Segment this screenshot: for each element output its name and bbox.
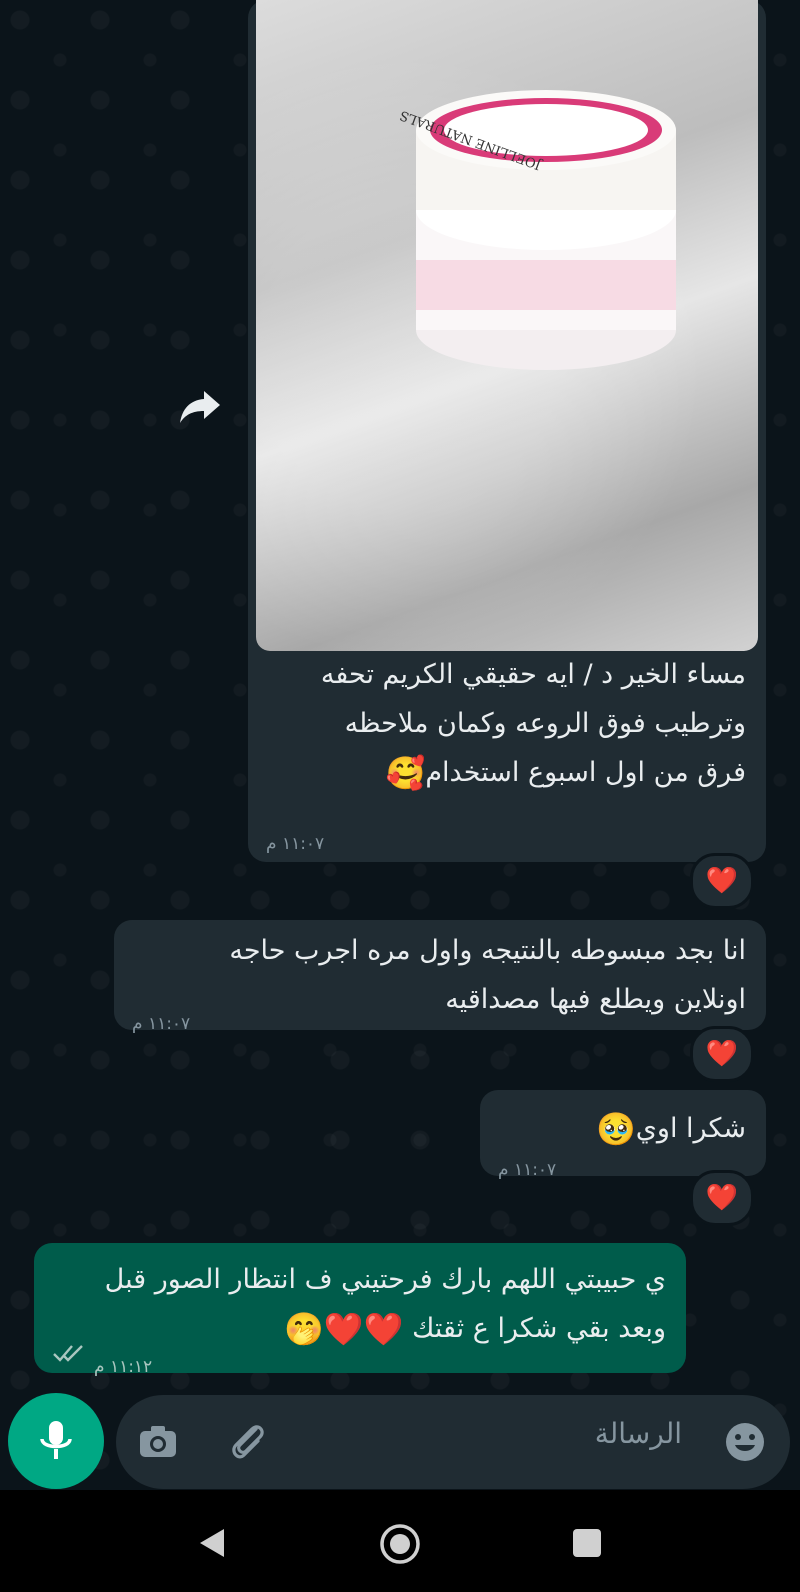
camera-icon[interactable] [138, 1423, 178, 1459]
message-line: اونلاين ويطلع فيها مصداقيه [445, 984, 746, 1015]
product-photo[interactable]: JOELLINE NATURALS [256, 0, 758, 651]
message-bubble[interactable]: شكرا اوي🥹 ١١:٠٧ م [480, 1090, 766, 1180]
message-text: شكرا اوي🥹 [596, 1104, 746, 1154]
double-check-icon [53, 1345, 83, 1362]
message-text: مساء الخير د / ايه حقيقي الكريم تحفه وتر… [321, 650, 746, 798]
message-bubble-image[interactable]: JOELLINE NATURALS مساء الخير د / ايه حقي… [248, 0, 766, 862]
home-circle-icon[interactable] [379, 1523, 421, 1565]
message-line: انا بجد مبسوطه بالنتيجه واول مره اجرب حا… [229, 935, 746, 966]
mic-button[interactable] [8, 1393, 104, 1489]
message-line: فرق من اول اسبوع استخدام🥰 [321, 748, 746, 798]
message-line: وترطيب فوق الروعه وكمان ملاحظه [344, 708, 746, 739]
message-time: ١١:٠٧ م [132, 1014, 191, 1034]
emoji-icon[interactable] [724, 1421, 766, 1463]
recents-square-icon[interactable] [572, 1528, 602, 1558]
forward-icon[interactable] [176, 381, 224, 429]
message-bubble-outgoing[interactable]: ي حبيبتي اللهم بارك فرحتيني ف انتظار الص… [34, 1243, 686, 1377]
heart-reaction[interactable]: ❤️ [690, 853, 754, 909]
system-navigation-bar [0, 1490, 800, 1592]
message-composer[interactable]: الرسالة [116, 1395, 790, 1489]
message-time: ١١:٠٧ م [266, 834, 325, 854]
message-input[interactable]: الرسالة [595, 1417, 682, 1450]
message-line: ي حبيبتي اللهم بارك فرحتيني ف انتظار الص… [104, 1264, 666, 1295]
heart-reaction[interactable]: ❤️ [690, 1170, 754, 1226]
smiling-hearts-emoji: 🥰 [385, 754, 426, 792]
message-text: ي حبيبتي اللهم بارك فرحتيني ف انتظار الص… [105, 1255, 666, 1354]
back-triangle-icon[interactable] [198, 1527, 226, 1559]
mic-icon [40, 1421, 72, 1459]
message-time: ١١:٠٧ م [498, 1160, 557, 1180]
message-bubble[interactable]: انا بجد مبسوطه بالنتيجه واول مره اجرب حا… [114, 920, 766, 1034]
paperclip-icon[interactable] [226, 1419, 270, 1463]
hearts-and-face-emoji: ❤️❤️🤭 [283, 1310, 404, 1348]
heart-reaction[interactable]: ❤️ [690, 1026, 754, 1082]
message-text: انا بجد مبسوطه بالنتيجه واول مره اجرب حا… [229, 926, 746, 1024]
message-line: مساء الخير د / ايه حقيقي الكريم تحفه [320, 659, 746, 690]
message-line: وبعد بقي شكرا ع ثقتك ❤️❤️🤭 [105, 1304, 666, 1354]
pleading-face-emoji: 🥹 [595, 1110, 636, 1148]
message-time: ١١:١٢ م [94, 1357, 153, 1377]
